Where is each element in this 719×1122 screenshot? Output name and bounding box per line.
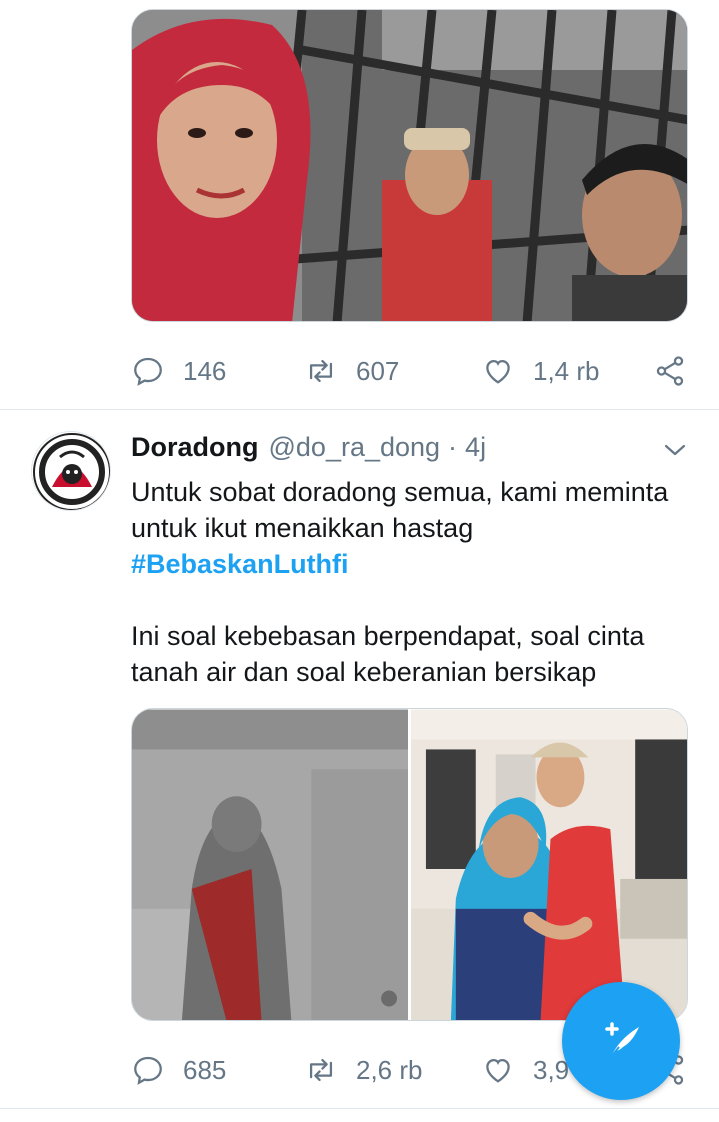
compose-tweet-icon	[605, 1022, 639, 1058]
tweet-media-image[interactable]	[410, 709, 687, 1021]
tweet-text-line: untuk ikut menaikkan hastag	[131, 513, 474, 543]
hashtag-link[interactable]: #BebaskanLuthfi	[131, 549, 349, 579]
reply-icon	[134, 1056, 162, 1085]
tweet-text-line: Ini soal kebebasan berpendapat, soal cin…	[131, 621, 645, 651]
tweet-divider	[0, 409, 719, 410]
tweet-header: Doradong @do_ra_dong · 4j	[131, 432, 486, 463]
display-name[interactable]: Doradong	[131, 432, 259, 463]
reply-button[interactable]: 685	[131, 1050, 226, 1090]
separator-dot: ·	[448, 432, 458, 462]
user-handle[interactable]: @do_ra_dong	[269, 432, 441, 463]
compose-tweet-button[interactable]	[562, 982, 680, 1100]
photo-selfie-jail	[132, 10, 687, 321]
like-button[interactable]: 1,4 rb	[481, 351, 600, 391]
share-button[interactable]	[653, 351, 687, 391]
tweet-text-line: tanah air dan soal keberanian bersikap	[131, 657, 597, 687]
retweet-icon	[309, 1058, 333, 1082]
tweet-media-grid	[131, 708, 688, 1021]
like-icon	[486, 359, 510, 384]
tweet-media-image[interactable]	[131, 9, 688, 322]
tweet-media-image[interactable]	[132, 709, 408, 1021]
avatar[interactable]	[31, 431, 111, 511]
tweet-time[interactable]: 4j	[465, 432, 486, 463]
tweet-text: Untuk sobat doradong semua, kami meminta…	[131, 474, 701, 690]
reply-count: 146	[183, 355, 227, 386]
retweet-button[interactable]: 2,6 rb	[304, 1050, 423, 1090]
retweet-count: 2,6 rb	[356, 1054, 423, 1085]
share-icon	[656, 356, 684, 386]
tweet-divider	[0, 1108, 719, 1109]
like-count: 3,9	[533, 1054, 570, 1085]
tweet-actions: 146 607 1,4 rb	[131, 351, 691, 391]
like-button[interactable]: 3,9	[481, 1050, 569, 1090]
like-icon	[486, 1058, 510, 1083]
retweet-button[interactable]: 607	[304, 351, 399, 391]
chevron-down-icon[interactable]	[660, 438, 690, 462]
like-count: 1,4 rb	[533, 355, 600, 386]
reply-count: 685	[183, 1054, 227, 1085]
retweet-count: 607	[356, 355, 400, 386]
reply-button[interactable]: 146	[131, 351, 226, 391]
tweet-text-line: Untuk sobat doradong semua, kami meminta	[131, 477, 669, 507]
retweet-icon	[309, 359, 333, 383]
ultras-garuda-logo	[33, 433, 110, 510]
reply-icon	[134, 357, 162, 386]
